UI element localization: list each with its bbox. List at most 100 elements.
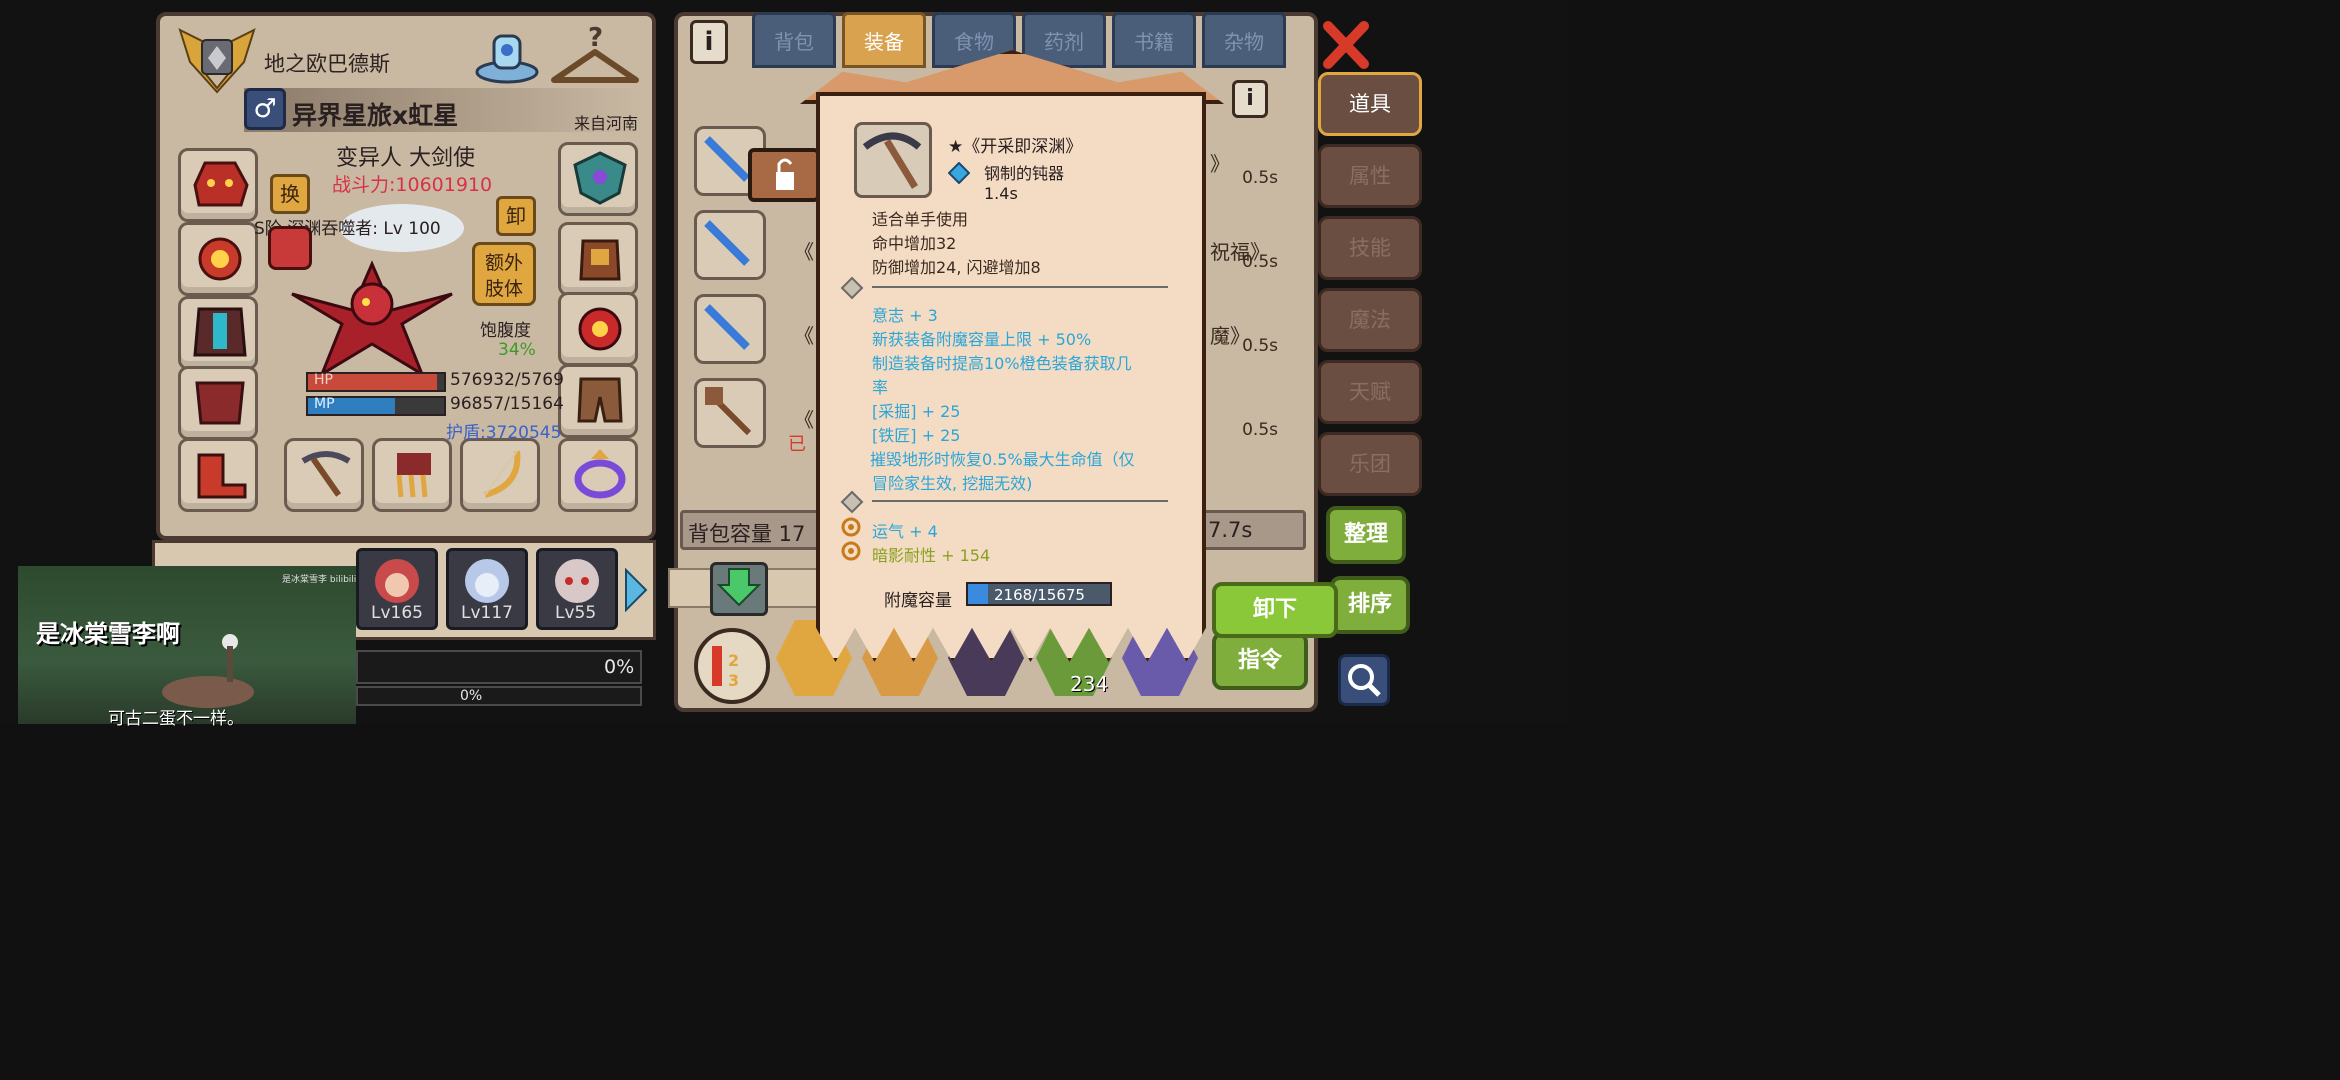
- item-slot-sword: [694, 210, 766, 280]
- blunt-weapon-type-icon: [947, 161, 971, 185]
- tooltip-stat-line: 命中增加32: [872, 234, 957, 253]
- party-next-arrow-icon[interactable]: [624, 567, 648, 613]
- equip-slot-belt[interactable]: [558, 292, 638, 366]
- tab-books[interactable]: 书籍: [1112, 12, 1196, 68]
- side-tab-items[interactable]: 道具: [1318, 72, 1422, 136]
- capacity-label: 背包容量 17: [688, 522, 806, 546]
- equip-slot-claw[interactable]: [372, 438, 452, 512]
- equip-slot-armor[interactable]: [178, 366, 258, 440]
- capacity-timer: 7.7s: [1208, 518, 1253, 542]
- bilibili-tag: 是冰棠雪李 bilibili: [282, 575, 357, 585]
- side-tab-attributes[interactable]: 属性: [1318, 144, 1422, 208]
- tooltip-stat-line: [采掘] + 25: [872, 402, 961, 421]
- item-slot-axe: [694, 378, 766, 448]
- side-tab-band[interactable]: 乐团: [1318, 432, 1422, 496]
- sort-button[interactable]: 整理: [1326, 506, 1406, 564]
- section-diamond-icon: [840, 490, 864, 514]
- tooltip-divider: [872, 500, 1168, 502]
- item-name-fragment: 》: [1210, 152, 1230, 176]
- side-tab-skills[interactable]: 技能: [1318, 216, 1422, 280]
- tooltip-stat-line: 适合单手使用: [872, 210, 969, 229]
- item-cooldown: 0.5s: [1242, 252, 1278, 272]
- item-name-fragment: 《: [794, 240, 814, 264]
- item-cooldown: 0.5s: [1242, 168, 1278, 188]
- hotbar-count: 234: [1070, 672, 1109, 696]
- tab-backpack[interactable]: 背包: [752, 12, 836, 68]
- equip-slot-cloak[interactable]: [178, 296, 258, 370]
- equip-slot-pickaxe[interactable]: [284, 438, 364, 512]
- close-icon[interactable]: [1322, 20, 1370, 70]
- search-icon[interactable]: [1338, 654, 1390, 706]
- numbering-toggle-button[interactable]: 23: [694, 628, 770, 704]
- item-slot-sword: [694, 294, 766, 364]
- character-origin: 来自河南: [574, 114, 639, 133]
- hanger-help-icon[interactable]: ?: [548, 22, 642, 88]
- tooltip-stat-line: 暗影耐性 + 154: [872, 546, 991, 565]
- shield-value: 护盾:3720545: [446, 423, 562, 443]
- streamer-watermark: 是冰棠雪李啊: [36, 620, 180, 648]
- party-member-level: Lv55: [555, 603, 597, 623]
- tooltip-stat-line: 摧毁地形时恢复0.5%最大生命值（仅: [870, 450, 1135, 469]
- unequip-button[interactable]: 卸下: [1212, 582, 1338, 638]
- character-class: 变异人 大剑使: [336, 146, 475, 171]
- satiety-value: 34%: [498, 340, 536, 360]
- equip-slot-ring[interactable]: [558, 438, 638, 512]
- equip-slot-shield[interactable]: [558, 142, 638, 216]
- progress-bottom-value: 0%: [460, 688, 483, 704]
- unequip-small-button[interactable]: 卸: [496, 196, 536, 236]
- hp-value: 576932/5769: [450, 370, 564, 390]
- tab-equipment[interactable]: 装备: [842, 12, 926, 68]
- combat-power: 战斗力:10601910: [332, 174, 493, 196]
- order-button[interactable]: 排序: [1330, 576, 1410, 634]
- equipped-tag: 已: [788, 434, 806, 455]
- party-member-level: Lv117: [461, 603, 513, 623]
- progress-top-value: 0%: [604, 656, 635, 678]
- item-name-fragment: 《: [794, 408, 814, 432]
- video-subtitle: 可古二蛋不一样。: [108, 709, 244, 729]
- equip-slot-boots[interactable]: [178, 438, 258, 512]
- command-button[interactable]: 指令: [1212, 632, 1308, 690]
- tooltip-stat-line: 防御增加24, 闪避增加8: [872, 258, 1041, 277]
- party-member-1[interactable]: Lv165: [356, 548, 438, 630]
- tooltip-stat-line: 制造装备时提高10%橙色装备获取几: [872, 354, 1132, 373]
- equip-slot-gloves[interactable]: [558, 222, 638, 296]
- tooltip-stat-line: 率: [872, 378, 889, 397]
- item-cooldown: 0.5s: [1242, 420, 1278, 440]
- enchant-capacity-label: 附魔容量: [884, 591, 952, 611]
- side-tab-talent[interactable]: 天赋: [1318, 360, 1422, 424]
- party-member-2[interactable]: Lv117: [446, 548, 528, 630]
- progress-bar-bottom: [356, 686, 642, 706]
- equip-slot-helmet[interactable]: [178, 148, 258, 222]
- progress-bar-top: [356, 650, 642, 684]
- equip-slot-leggings[interactable]: [558, 364, 638, 438]
- svg-text:2: 2: [728, 651, 739, 670]
- character-name: 地之欧巴德斯: [264, 52, 390, 76]
- swap-button[interactable]: 换: [270, 174, 310, 214]
- info-button[interactable]: i: [690, 20, 728, 64]
- tooltip-stat-line: [铁匠] + 25: [872, 426, 961, 445]
- svg-text:3: 3: [728, 671, 739, 690]
- enchant-capacity-fill: [968, 584, 988, 604]
- item-info-button[interactable]: i: [1232, 80, 1268, 118]
- section-diamond-icon: [840, 276, 864, 300]
- equip-slot-bow[interactable]: [460, 438, 540, 512]
- item-cooldown: 0.5s: [1242, 336, 1278, 356]
- side-tab-magic[interactable]: 魔法: [1318, 288, 1422, 352]
- mp-label: MP: [314, 396, 335, 412]
- extra-limb-button[interactable]: 额外 肢体: [472, 242, 536, 306]
- enchant-rune-icon: [840, 540, 862, 562]
- collect-arrow-icon[interactable]: [710, 562, 768, 616]
- tooltip-stat-line: 冒险家生效, 挖掘无效): [872, 474, 1033, 493]
- party-member-3[interactable]: Lv55: [536, 548, 618, 630]
- equip-slot-amulet[interactable]: [178, 222, 258, 296]
- beacon-icon[interactable]: [472, 22, 542, 86]
- tooltip-item-name: ★《开采即深渊》: [948, 137, 1083, 157]
- tab-misc[interactable]: 杂物: [1202, 12, 1286, 68]
- tooltip-stat-line: 新获装备附魔容量上限 + 50%: [872, 330, 1092, 349]
- character-title: 异界星旅x虹星: [292, 101, 459, 130]
- rank-emblem-icon: [174, 22, 260, 94]
- enchant-rune-icon: [840, 516, 862, 538]
- lock-toggle-button[interactable]: [748, 148, 820, 202]
- tooltip-item-pickaxe-icon: [854, 122, 932, 198]
- party-member-level: Lv165: [371, 603, 423, 623]
